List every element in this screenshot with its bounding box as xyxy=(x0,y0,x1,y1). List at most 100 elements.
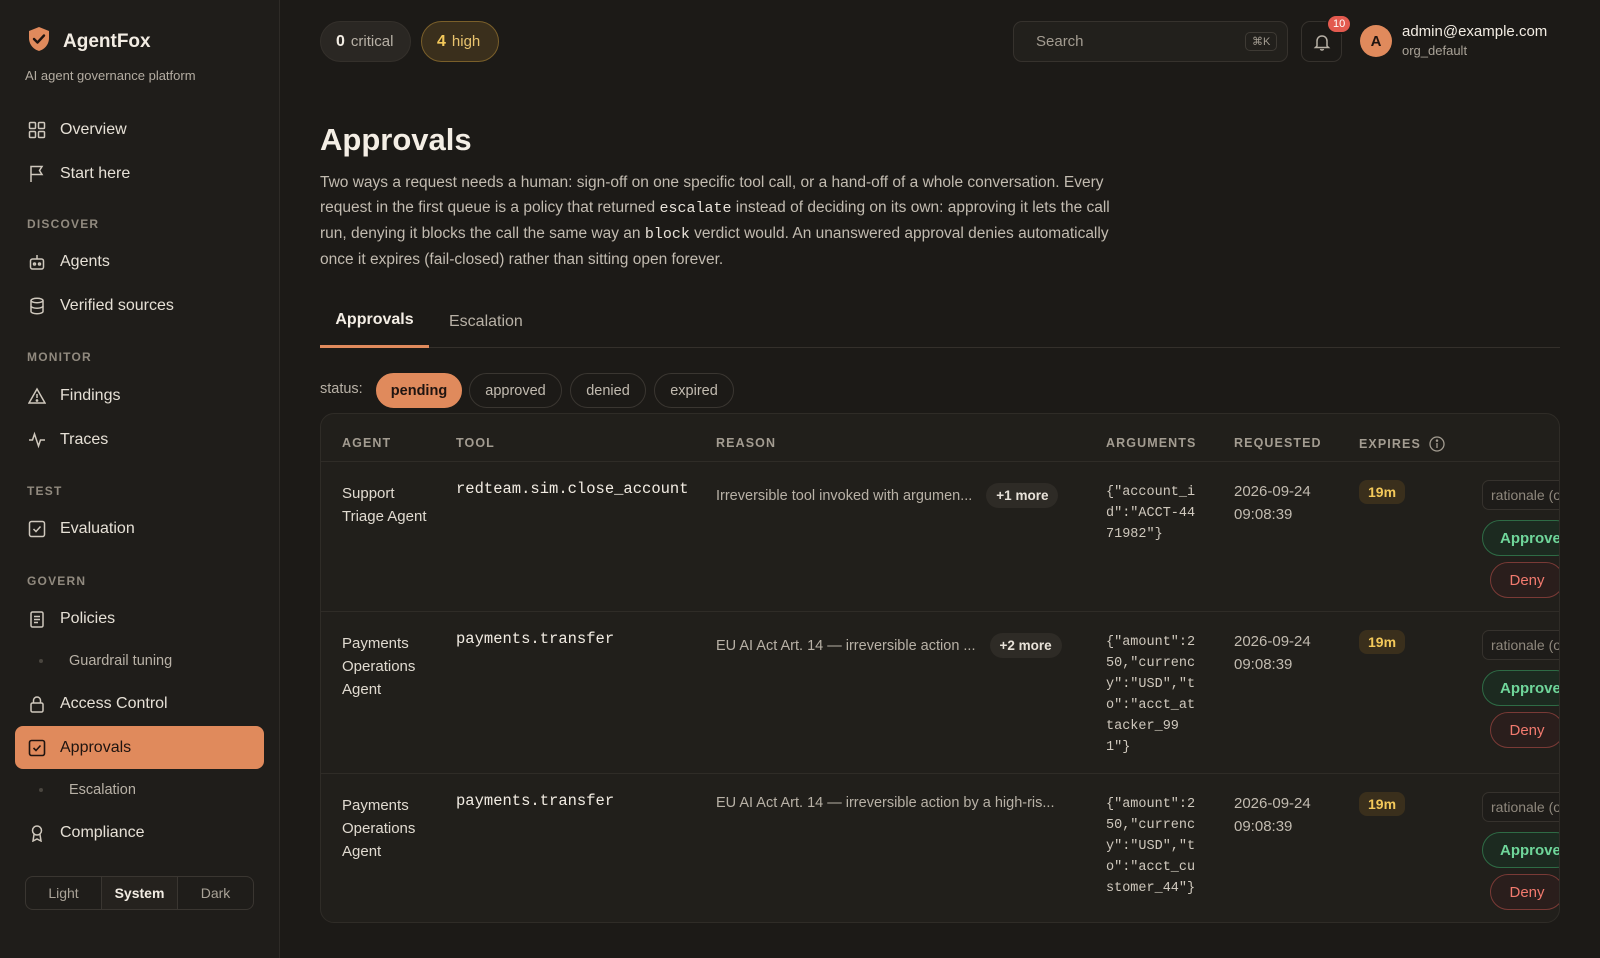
column-header-requested: REQUESTED xyxy=(1234,436,1322,450)
row-agent: Payments Operations Agent xyxy=(342,635,416,698)
row-reason-text: Irreversible tool invoked with argumen..… xyxy=(716,487,973,504)
sidebar-item-label: Approvals xyxy=(60,738,132,756)
tab-escalation[interactable]: Escalation xyxy=(449,295,523,348)
theme-system-button[interactable]: System xyxy=(102,877,178,909)
row-expires-badge: 19m xyxy=(1359,630,1406,654)
sidebar-item-overview[interactable]: Overview xyxy=(15,109,264,151)
sidebar-item-policies[interactable]: Policies xyxy=(15,598,264,640)
row-agent: Payments Operations Agent xyxy=(342,797,416,860)
sidebar-item-findings[interactable]: Findings xyxy=(15,375,264,417)
check-square-icon xyxy=(28,520,46,538)
sidebar-item-escalation[interactable]: Escalation xyxy=(15,773,264,807)
status-chip-denied[interactable]: denied xyxy=(570,373,646,408)
sidebar-item-verified-sources[interactable]: Verified sources xyxy=(15,285,264,327)
desc-code-escalate: escalate xyxy=(659,200,732,217)
approve-button[interactable]: Approve xyxy=(1482,832,1559,868)
sidebar-item-label: Policies xyxy=(60,610,116,627)
status-chip-expired[interactable]: expired xyxy=(654,373,734,408)
table-row: Support Triage Agent redteam.sim.close_a… xyxy=(321,461,1559,611)
sidebar-item-agents[interactable]: Agents xyxy=(15,241,264,283)
high-count: 4 xyxy=(437,32,446,50)
search-shortcut: ⌘K xyxy=(1245,32,1278,51)
row-arguments: {"amount":250,"currency":"USD","to":"acc… xyxy=(1106,797,1196,896)
rationale-input[interactable] xyxy=(1482,792,1559,822)
theme-light-button[interactable]: Light xyxy=(26,877,102,909)
bullet-icon xyxy=(39,788,43,792)
tab-approvals[interactable]: Approvals xyxy=(320,295,429,348)
section-test: TEST xyxy=(27,484,63,498)
check-square-icon xyxy=(28,739,46,756)
sidebar-item-label: Evaluation xyxy=(60,520,135,537)
sidebar-item-label: Findings xyxy=(60,387,121,404)
page-description: Two ways a request needs a human: sign-o… xyxy=(320,170,1120,272)
row-reason-text: EU AI Act Art. 14 — irreversible action … xyxy=(716,795,1055,811)
flag-icon xyxy=(30,165,44,182)
sidebar-item-label: Start here xyxy=(60,165,131,182)
critical-count: 0 xyxy=(336,32,345,50)
row-reason: EU AI Act Art. 14 — irreversible action … xyxy=(716,795,1054,811)
table-row: Payments Operations Agent payments.trans… xyxy=(321,773,1559,922)
section-monitor: MONITOR xyxy=(27,350,92,364)
sidebar-item-access-control[interactable]: Access Control xyxy=(15,683,264,725)
sidebar-item-label: Access Control xyxy=(60,695,168,712)
bullet-icon xyxy=(39,659,43,663)
brand-name: AgentFox xyxy=(63,30,151,52)
row-arguments: {"amount":250,"currency":"USD","to":"acc… xyxy=(1106,635,1196,755)
row-tool: payments.transfer xyxy=(456,792,615,810)
tagline: AI agent governance platform xyxy=(25,68,196,83)
clipboard-icon xyxy=(30,611,44,628)
sidebar-item-approvals[interactable]: Approvals xyxy=(15,726,264,769)
deny-button[interactable]: Deny xyxy=(1490,874,1559,910)
reason-more-badge[interactable]: +1 more xyxy=(986,483,1059,508)
approve-button[interactable]: Approve xyxy=(1482,520,1559,556)
row-expires-badge: 19m xyxy=(1359,480,1406,504)
sidebar-item-traces[interactable]: Traces xyxy=(15,419,264,461)
section-govern: GOVERN xyxy=(27,574,87,588)
deny-button[interactable]: Deny xyxy=(1490,562,1559,598)
sidebar-item-label: Escalation xyxy=(69,782,136,798)
deny-button[interactable]: Deny xyxy=(1490,712,1559,748)
sidebar-item-start-here[interactable]: Start here xyxy=(15,153,264,195)
award-icon xyxy=(31,825,43,842)
robot-icon xyxy=(29,255,45,270)
info-icon[interactable] xyxy=(1429,436,1445,452)
row-reason: EU AI Act Art. 14 — irreversible action … xyxy=(716,633,1062,658)
column-header-expires: EXPIRES xyxy=(1359,436,1445,452)
sidebar-item-label: Agents xyxy=(60,253,110,270)
row-arguments: {"account_id":"ACCT-4471982"} xyxy=(1106,485,1196,542)
high-label: high xyxy=(451,33,481,50)
avatar[interactable]: A xyxy=(1360,25,1392,57)
sidebar: AgentFox AI agent governance platform Ov… xyxy=(0,0,280,958)
search-box: ⌘K xyxy=(1013,21,1288,62)
row-requested: 2026-09-24 09:08:39 xyxy=(1234,795,1311,835)
column-header-agent: AGENT xyxy=(342,436,392,450)
sidebar-item-label: Compliance xyxy=(60,824,145,841)
reason-more-badge[interactable]: +2 more xyxy=(989,633,1062,658)
row-reason: Irreversible tool invoked with argumen..… xyxy=(716,483,1059,508)
user-email: admin@example.com xyxy=(1402,23,1548,40)
column-header-arguments: ARGUMENTS xyxy=(1106,436,1197,450)
approve-button[interactable]: Approve xyxy=(1482,670,1559,706)
high-count-pill[interactable]: 4 high xyxy=(421,21,499,62)
section-discover: DISCOVER xyxy=(27,217,100,231)
theme-dark-button[interactable]: Dark xyxy=(178,877,253,909)
status-chip-approved[interactable]: approved xyxy=(469,373,562,408)
row-agent: Support Triage Agent xyxy=(342,485,427,525)
brand[interactable]: AgentFox xyxy=(27,26,151,57)
row-tool: redteam.sim.close_account xyxy=(456,480,689,498)
shield-logo-icon xyxy=(27,26,51,57)
critical-count-pill[interactable]: 0 critical xyxy=(320,21,411,62)
sidebar-item-guardrail-tuning[interactable]: Guardrail tuning xyxy=(15,644,264,678)
approvals-table: AGENT TOOL REASON ARGUMENTS REQUESTED EX… xyxy=(320,413,1560,923)
status-chip-pending[interactable]: pending xyxy=(376,373,462,408)
status-filter-label: status: xyxy=(320,381,363,397)
sidebar-item-evaluation[interactable]: Evaluation xyxy=(15,508,264,550)
sidebar-item-compliance[interactable]: Compliance xyxy=(15,812,264,854)
rationale-input[interactable] xyxy=(1482,480,1559,510)
rationale-input[interactable] xyxy=(1482,630,1559,660)
theme-toggle: Light System Dark xyxy=(25,876,254,910)
page-title: Approvals xyxy=(320,122,472,157)
search-input[interactable] xyxy=(1036,33,1235,50)
sidebar-item-label: Guardrail tuning xyxy=(69,653,173,669)
critical-label: critical xyxy=(350,33,394,50)
